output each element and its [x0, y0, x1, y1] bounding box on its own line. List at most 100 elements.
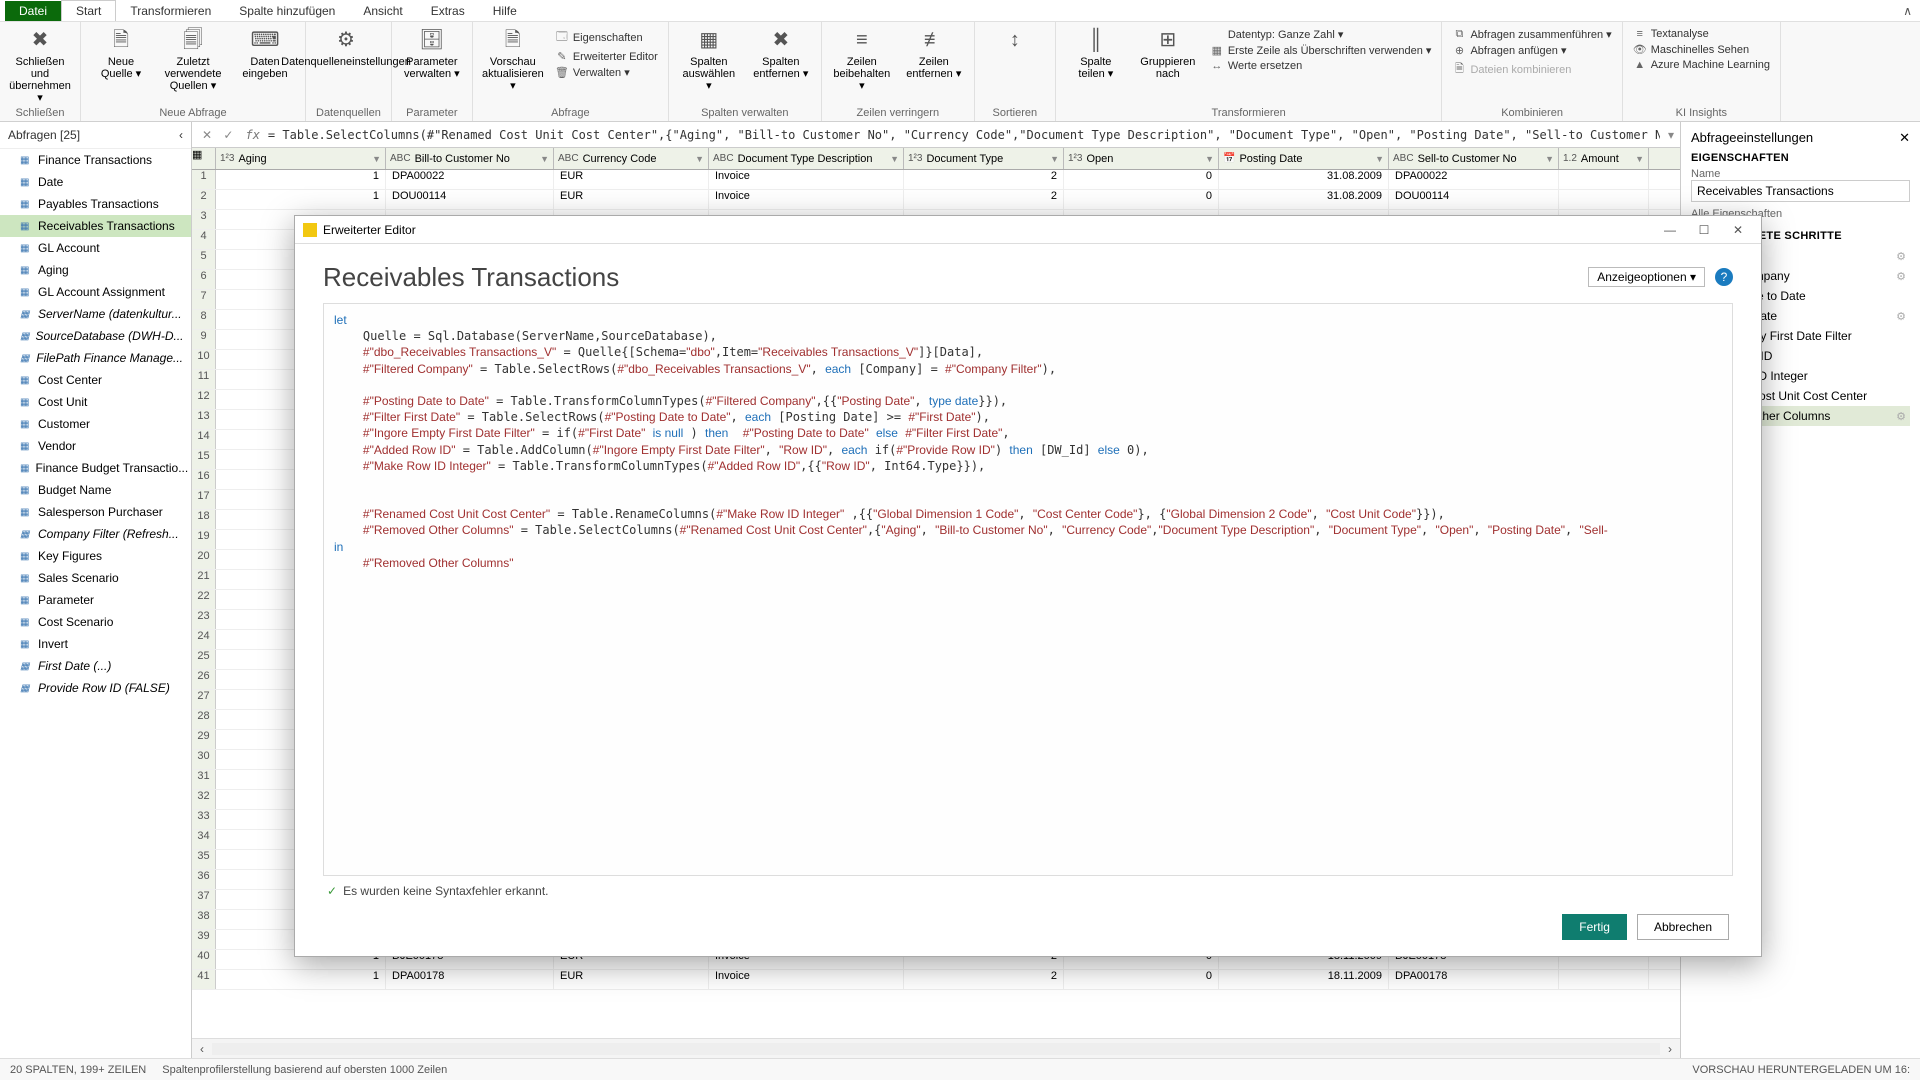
code-editor[interactable]: let Quelle = Sql.Database(ServerName,Sou…	[323, 303, 1733, 876]
ribbon-stack-item[interactable]: Datentyp: Ganze Zahl ▾	[1210, 28, 1432, 41]
query-item[interactable]: ▦Receivables Transactions	[0, 215, 191, 237]
menu-transform[interactable]: Transformieren	[116, 1, 225, 21]
filter-dropdown-icon[interactable]: ▼	[1375, 154, 1384, 164]
table-row[interactable]: 11DPA00022EURInvoice2031.08.2009DPA00022	[192, 170, 1680, 190]
query-item[interactable]: ▦FilePath Finance Manage...	[0, 347, 191, 369]
ribbon-button[interactable]: ▦Spaltenauswählen ▾	[679, 26, 739, 92]
gear-icon[interactable]: ⚙	[1896, 410, 1906, 423]
query-item[interactable]: ▦First Date (...)	[0, 655, 191, 677]
query-item[interactable]: ▦Company Filter (Refresh...	[0, 523, 191, 545]
filter-dropdown-icon[interactable]: ▼	[540, 154, 549, 164]
horizontal-scrollbar[interactable]: ‹ ›	[192, 1038, 1680, 1058]
column-header[interactable]: 1²3Aging▼	[216, 148, 386, 169]
datatype-icon[interactable]: ABC	[390, 153, 411, 164]
ribbon-button[interactable]: ✖Spaltenentfernen ▾	[751, 26, 811, 80]
filter-dropdown-icon[interactable]: ▼	[1635, 154, 1644, 164]
menu-start[interactable]: Start	[61, 0, 116, 21]
query-item[interactable]: ▦Finance Transactions	[0, 149, 191, 171]
query-item[interactable]: ▦Provide Row ID (FALSE)	[0, 677, 191, 699]
formula-cancel-icon[interactable]: ✕	[202, 128, 212, 142]
filter-dropdown-icon[interactable]: ▼	[372, 154, 381, 164]
menu-addcolumn[interactable]: Spalte hinzufügen	[225, 1, 349, 21]
ribbon-button[interactable]: ⚙Datenquelleneinstellungen	[316, 26, 376, 68]
ribbon-button[interactable]: 🗎NeueQuelle ▾	[91, 26, 151, 80]
ribbon-button[interactable]: ≢Zeilenentfernen ▾	[904, 26, 964, 80]
collapse-icon[interactable]: ‹	[179, 128, 183, 142]
dialog-maximize-icon[interactable]: ☐	[1689, 223, 1719, 237]
column-header[interactable]: ABCDocument Type Description▼	[709, 148, 904, 169]
query-item[interactable]: ▦Sales Scenario	[0, 567, 191, 589]
query-item[interactable]: ▦Finance Budget Transactio...	[0, 457, 191, 479]
query-item[interactable]: ▦Key Figures	[0, 545, 191, 567]
filter-dropdown-icon[interactable]: ▼	[695, 154, 704, 164]
query-name-input[interactable]: Receivables Transactions	[1691, 180, 1910, 202]
filter-dropdown-icon[interactable]: ▼	[1545, 154, 1554, 164]
display-options-dropdown[interactable]: Anzeigeoptionen ▾	[1588, 267, 1705, 287]
ribbon-button[interactable]: ⊞Gruppierennach	[1138, 26, 1198, 80]
ribbon-button[interactable]: ⌨Dateneingeben	[235, 26, 295, 80]
dialog-close-icon[interactable]: ✕	[1723, 223, 1753, 237]
query-item[interactable]: ▦Payables Transactions	[0, 193, 191, 215]
cancel-button[interactable]: Abbrechen	[1637, 914, 1729, 940]
ribbon-button[interactable]: ↕	[985, 26, 1045, 56]
datatype-icon[interactable]: 1²3	[1068, 153, 1082, 164]
datatype-icon[interactable]: 📅	[1223, 153, 1235, 164]
column-header[interactable]: ABCCurrency Code▼	[554, 148, 709, 169]
ribbon-stack-item[interactable]: 👁Maschinelles Sehen	[1633, 43, 1770, 56]
query-item[interactable]: ▦Parameter	[0, 589, 191, 611]
datatype-icon[interactable]: 1²3	[908, 153, 922, 164]
formula-accept-icon[interactable]: ✓	[223, 128, 233, 142]
table-row[interactable]: 21DOU00114EURInvoice2031.08.2009DOU00114	[192, 190, 1680, 210]
query-item[interactable]: ▦Aging	[0, 259, 191, 281]
ribbon-stack-item[interactable]: ⊕Abfragen anfügen ▾	[1452, 44, 1611, 57]
ribbon-button[interactable]: 🗎Vorschauaktualisieren ▾	[483, 26, 543, 92]
ribbon-stack-item[interactable]: ≡Textanalyse	[1633, 28, 1770, 40]
query-item[interactable]: ▦Cost Center	[0, 369, 191, 391]
ribbon-stack-item[interactable]: ↔Werte ersetzen	[1210, 60, 1432, 72]
ribbon-stack-item[interactable]: 🗔Eigenschaften	[555, 28, 658, 47]
query-item[interactable]: ▦GL Account	[0, 237, 191, 259]
ribbon-stack-item[interactable]: ⧉Abfragen zusammenführen ▾	[1452, 28, 1611, 41]
menu-help[interactable]: Hilfe	[479, 1, 531, 21]
done-button[interactable]: Fertig	[1562, 914, 1627, 940]
datatype-icon[interactable]: ABC	[558, 153, 579, 164]
query-item[interactable]: ▦Budget Name	[0, 479, 191, 501]
ribbon-stack-item[interactable]: 🗑Verwalten ▾	[555, 66, 658, 79]
gear-icon[interactable]: ⚙	[1896, 310, 1906, 323]
filter-dropdown-icon[interactable]: ▼	[1050, 154, 1059, 164]
query-item[interactable]: ▦Invert	[0, 633, 191, 655]
help-icon[interactable]: ?	[1715, 268, 1733, 286]
table-row[interactable]: 411DPA00178EURInvoice2018.11.2009DPA0017…	[192, 970, 1680, 990]
ribbon-stack-item[interactable]: ▦Erste Zeile als Überschriften verwenden…	[1210, 44, 1432, 57]
gear-icon[interactable]: ⚙	[1896, 250, 1906, 263]
query-item[interactable]: ▦GL Account Assignment	[0, 281, 191, 303]
query-item[interactable]: ▦Cost Unit	[0, 391, 191, 413]
filter-dropdown-icon[interactable]: ▼	[1205, 154, 1214, 164]
query-item[interactable]: ▦Salesperson Purchaser	[0, 501, 191, 523]
filter-dropdown-icon[interactable]: ▼	[890, 154, 899, 164]
close-settings-icon[interactable]: ✕	[1899, 130, 1910, 146]
ribbon-button[interactable]: 🗄Parameterverwalten ▾	[402, 26, 462, 80]
query-item[interactable]: ▦Cost Scenario	[0, 611, 191, 633]
datatype-icon[interactable]: 1.2	[1563, 153, 1577, 164]
ribbon-button[interactable]: ✖Schließen undübernehmen ▾	[10, 26, 70, 104]
datatype-icon[interactable]: ABC	[713, 153, 734, 164]
fx-icon[interactable]: fx	[245, 128, 259, 142]
datatype-icon[interactable]: ABC	[1393, 153, 1414, 164]
column-header[interactable]: 1²3Open▼	[1064, 148, 1219, 169]
column-header[interactable]: ABCSell-to Customer No▼	[1389, 148, 1559, 169]
datatype-icon[interactable]: 1²3	[220, 153, 234, 164]
menu-file[interactable]: Datei	[5, 1, 61, 21]
scroll-right-icon[interactable]: ›	[1660, 1042, 1680, 1056]
scroll-left-icon[interactable]: ‹	[192, 1042, 212, 1056]
formula-input[interactable]	[268, 128, 1660, 142]
column-header[interactable]: 1.2Amount▼	[1559, 148, 1649, 169]
ribbon-stack-item[interactable]: ▲Azure Machine Learning	[1633, 59, 1770, 71]
column-header[interactable]: ABCBill-to Customer No▼	[386, 148, 554, 169]
window-chevron-icon[interactable]: ∧	[1895, 4, 1920, 18]
query-item[interactable]: ▦ServerName (datenkultur...	[0, 303, 191, 325]
query-item[interactable]: ▦Date	[0, 171, 191, 193]
query-item[interactable]: ▦Vendor	[0, 435, 191, 457]
column-header[interactable]: 1²3Document Type▼	[904, 148, 1064, 169]
ribbon-button[interactable]: ║Spalteteilen ▾	[1066, 26, 1126, 80]
